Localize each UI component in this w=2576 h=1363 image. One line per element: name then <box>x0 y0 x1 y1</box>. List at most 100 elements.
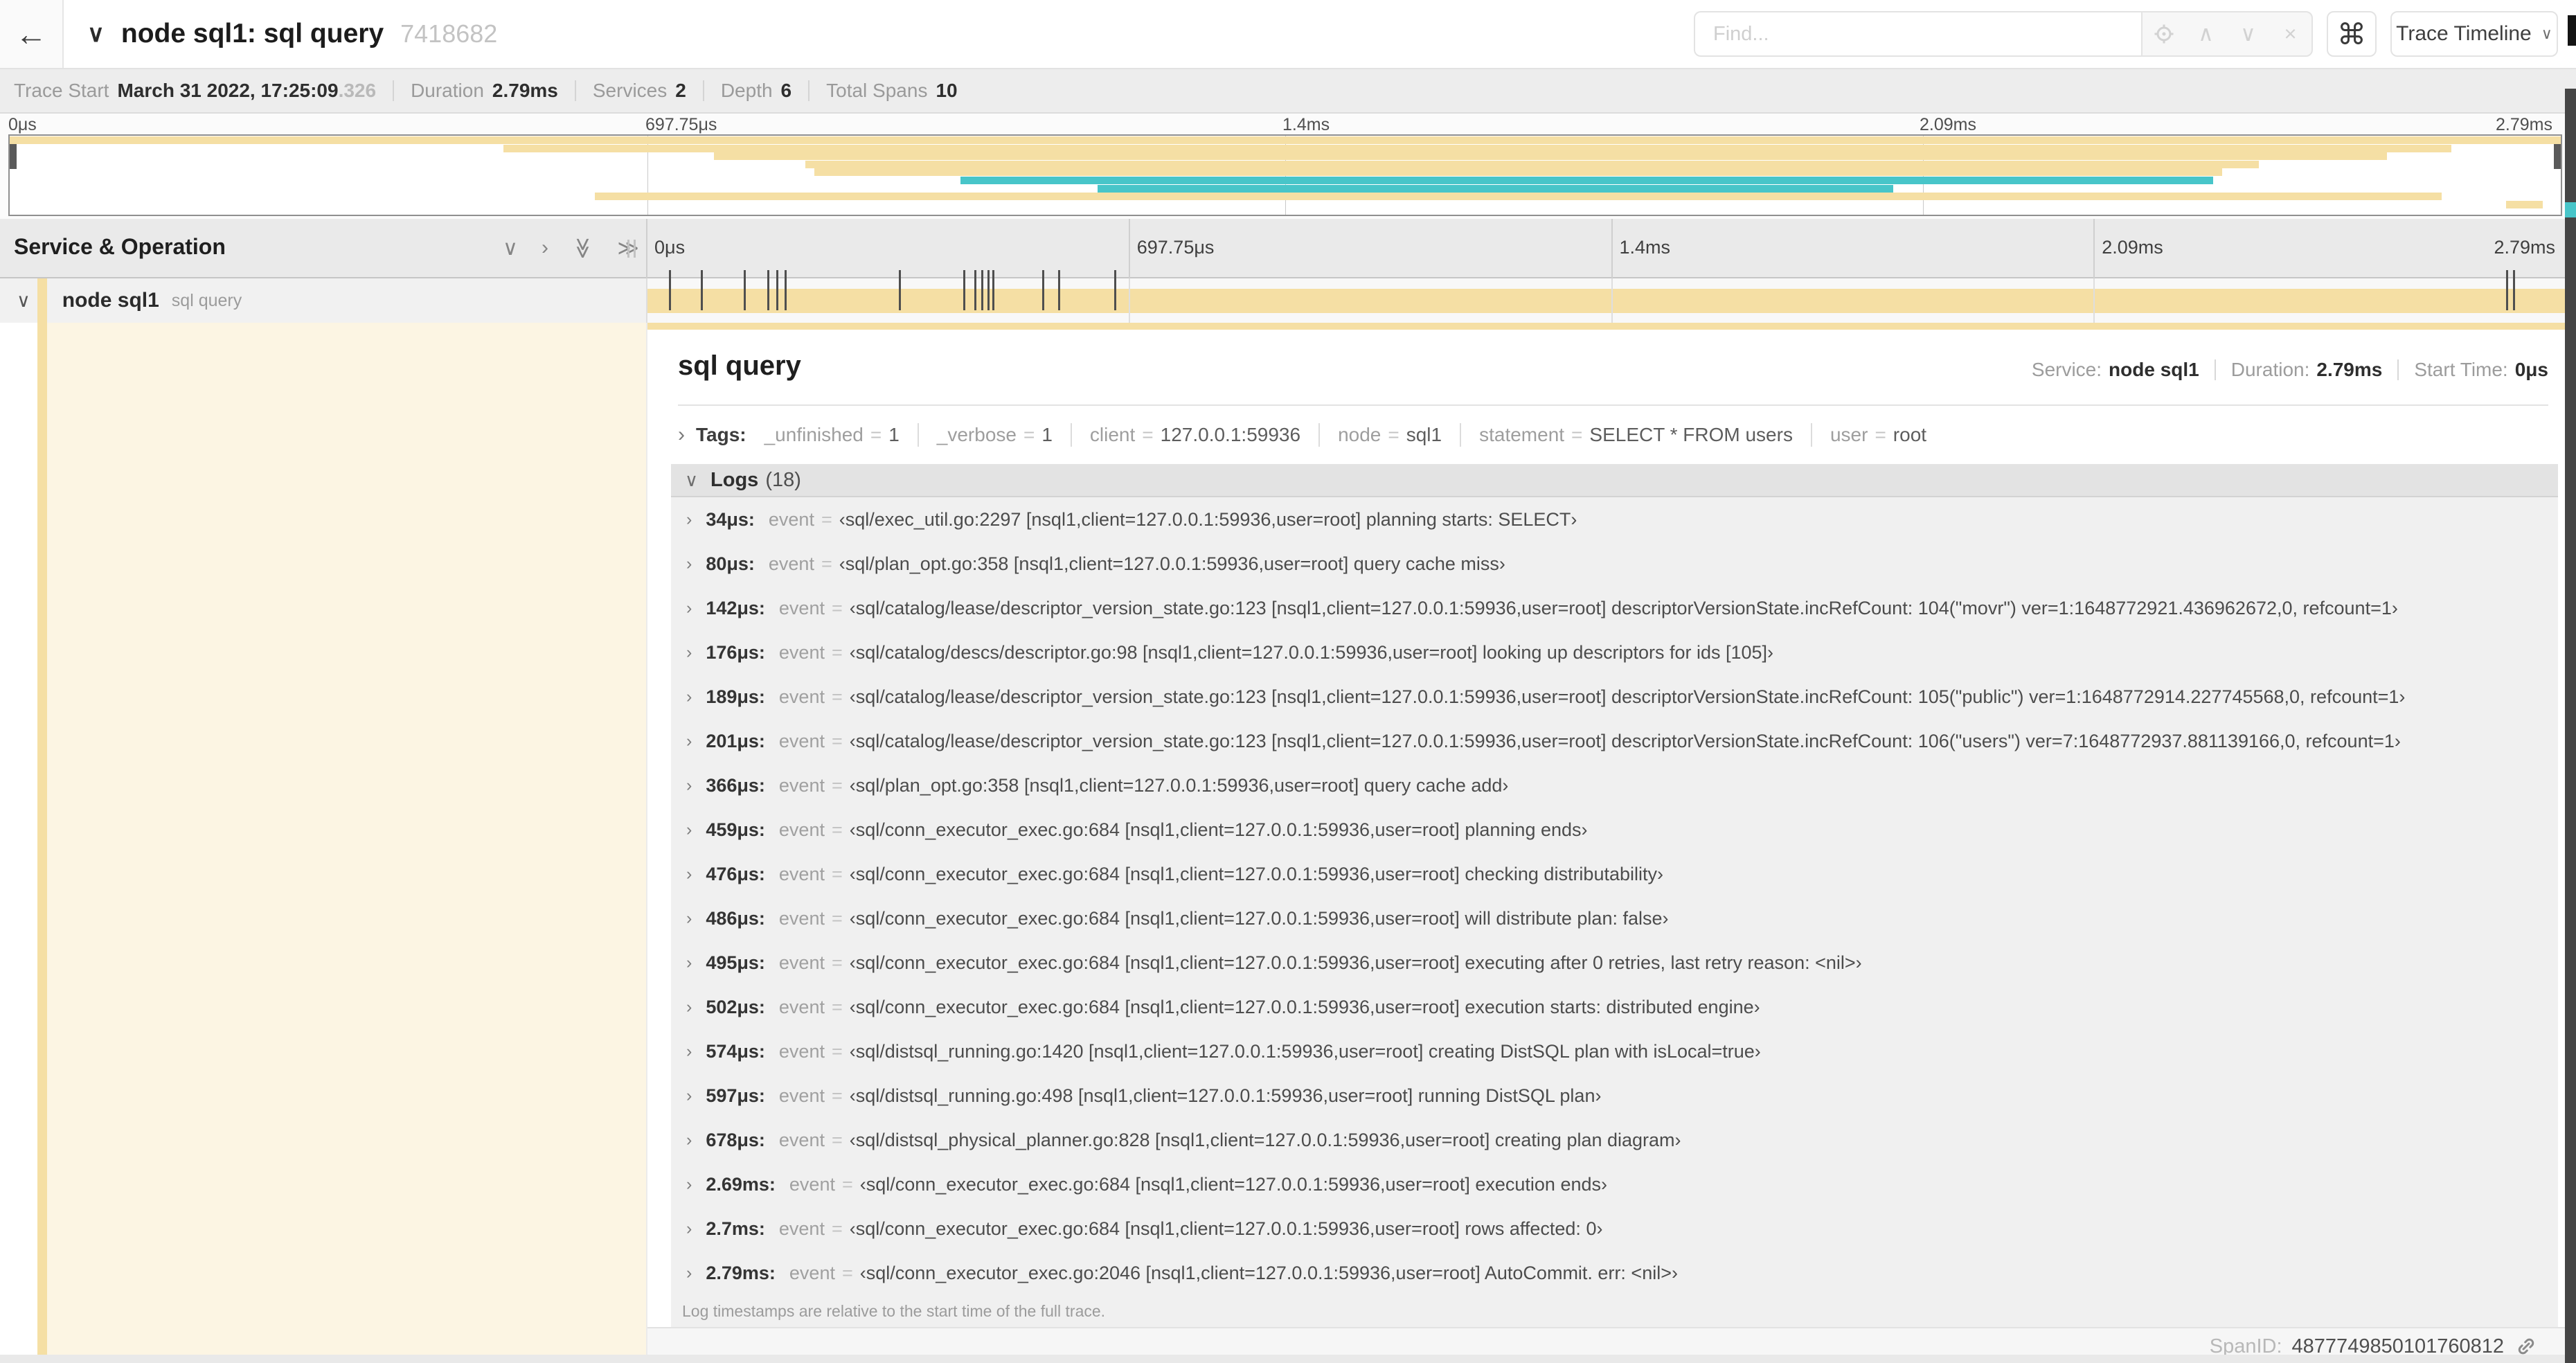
chevron-right-icon[interactable]: › <box>686 909 692 929</box>
chevron-right-icon[interactable]: › <box>686 1086 692 1106</box>
collapse-all-icon[interactable]: ≫ <box>571 237 595 258</box>
detail-stat-value: 2.79ms <box>2316 359 2383 380</box>
keyboard-shortcuts-button[interactable]: ⌘ <box>2327 11 2377 57</box>
chevron-right-icon[interactable]: › <box>686 776 692 796</box>
trace-title-wrap: ∨ node sql1: sql query 7418682 <box>87 0 497 68</box>
log-timestamp: 2.79ms: <box>706 1262 776 1283</box>
detail-stat-label: Start Time: <box>2414 359 2508 380</box>
chevron-right-icon[interactable]: › <box>686 864 692 884</box>
log-field-value: ‹sql/catalog/lease/descriptor_version_st… <box>849 597 2398 618</box>
log-field-value: ‹sql/catalog/lease/descriptor_version_st… <box>849 686 2406 707</box>
timeline-tick-label: 2.09ms <box>2102 237 2163 258</box>
trace-info-value: 2.79ms <box>492 80 558 101</box>
chevron-right-icon[interactable]: › <box>686 554 692 574</box>
find-input[interactable] <box>1694 11 2141 57</box>
log-row[interactable]: › 2.79ms: event = ‹sql/conn_executor_exec.go… <box>671 1251 2558 1295</box>
locate-icon[interactable] <box>2143 21 2185 46</box>
logs-label: Logs <box>710 468 759 491</box>
log-row[interactable]: › 486μs: event = ‹sql/conn_executor_exec.go:… <box>671 896 2558 941</box>
chevron-right-icon[interactable]: › <box>686 997 692 1017</box>
span-name-cell[interactable]: ∨ node sql1 sql query <box>0 278 646 323</box>
tag-item: statement = SELECT * FROM users <box>1479 424 1793 446</box>
log-equals: = <box>821 508 832 530</box>
expand-one-icon[interactable]: › <box>542 236 548 260</box>
chevron-right-icon[interactable]: › <box>686 687 692 707</box>
chevron-right-icon[interactable]: › <box>686 1130 692 1150</box>
log-row[interactable]: › 678μs: event = ‹sql/distsql_physical_plann… <box>671 1118 2558 1162</box>
chevron-down-icon[interactable]: ∨ <box>87 20 105 48</box>
separator <box>1810 423 1812 447</box>
window-edge-notch <box>2568 15 2576 46</box>
clear-search-icon[interactable]: × <box>2269 21 2311 46</box>
view-dropdown-label: Trace Timeline <box>2396 22 2532 45</box>
log-row[interactable]: › 366μs: event = ‹sql/plan_opt.go:358 [nsql1… <box>671 763 2558 808</box>
timeline-gridline <box>1128 278 1130 323</box>
log-field-value: ‹sql/exec_util.go:2297 [nsql1,client=127… <box>839 508 1577 530</box>
log-row[interactable]: › 80μs: event = ‹sql/plan_opt.go:358 [nsql1,… <box>671 542 2558 586</box>
separator <box>917 423 919 447</box>
log-row[interactable]: › 2.69ms: event = ‹sql/conn_executor_exec.go… <box>671 1162 2558 1206</box>
right-edge-scroll-strip[interactable] <box>2565 89 2576 1363</box>
logs-header[interactable]: ∨ Logs (18) <box>671 464 2558 497</box>
column-resize-grip[interactable] <box>627 240 636 258</box>
chevron-right-icon[interactable]: › <box>686 1042 692 1062</box>
span-detail-panel: sql query Service: node sql1 Duration: 2.79… <box>646 323 2576 1363</box>
log-row[interactable]: › 597μs: event = ‹sql/distsql_running.go:498… <box>671 1074 2558 1118</box>
scroll-strip-teal-marker <box>2565 202 2576 217</box>
log-equals: = <box>831 597 843 618</box>
next-result-icon[interactable]: ∨ <box>2227 21 2269 46</box>
log-row[interactable]: › 189μs: event = ‹sql/catalog/lease/descript… <box>671 675 2558 719</box>
log-field-value: ‹sql/conn_executor_exec.go:684 [nsql1,cl… <box>849 863 1663 884</box>
log-timestamp: 366μs: <box>706 774 765 796</box>
tag-item: user = root <box>1830 424 1926 446</box>
chevron-right-icon[interactable]: › <box>686 731 692 751</box>
log-equals: = <box>831 1040 843 1062</box>
tag-value: SELECT * FROM users <box>1589 424 1793 445</box>
chevron-right-icon[interactable]: › <box>686 510 692 530</box>
minimap-span-bar <box>805 160 2260 168</box>
expanded-row-backdrop <box>47 323 646 1363</box>
log-timestamp: 2.69ms: <box>706 1173 776 1195</box>
log-row[interactable]: › 34μs: event = ‹sql/exec_util.go:2297 [nsql… <box>671 497 2558 542</box>
tags-row[interactable]: › Tags: _unfinished = 1 _verbose = 1 client = 12… <box>678 416 2548 454</box>
log-event-tick <box>987 270 990 310</box>
log-row[interactable]: › 201μs: event = ‹sql/catalog/lease/descript… <box>671 719 2558 763</box>
trace-info-value-suffix: .326 <box>338 80 377 101</box>
log-row[interactable]: › 2.7ms: event = ‹sql/conn_executor_exec.go:… <box>671 1206 2558 1251</box>
log-row[interactable]: › 574μs: event = ‹sql/distsql_running.go:142… <box>671 1029 2558 1074</box>
chevron-right-icon[interactable]: › <box>686 643 692 663</box>
chevron-right-icon[interactable]: › <box>686 953 692 973</box>
log-equals: = <box>831 952 843 973</box>
chevron-right-icon[interactable]: › <box>686 1175 692 1195</box>
log-field-value: ‹sql/conn_executor_exec.go:684 [nsql1,cl… <box>849 996 1760 1017</box>
log-field-key: event <box>778 1040 825 1062</box>
trace-info-label: Total Spans <box>826 80 928 101</box>
trace-summary-bar: Trace Start March 31 2022, 17:25:09.326 Du… <box>0 69 2576 114</box>
log-event-tick <box>963 270 965 310</box>
log-row[interactable]: › 459μs: event = ‹sql/conn_executor_exec.go:… <box>671 808 2558 852</box>
tag-value: 1 <box>1041 424 1053 445</box>
log-row[interactable]: › 176μs: event = ‹sql/catalog/descs/descript… <box>671 630 2558 675</box>
log-row[interactable]: › 495μs: event = ‹sql/conn_executor_exec.go:… <box>671 941 2558 985</box>
chevron-right-icon[interactable]: › <box>686 1263 692 1283</box>
chevron-right-icon[interactable]: › <box>686 1219 692 1239</box>
chevron-down-icon[interactable]: ∨ <box>17 290 30 312</box>
log-event-tick <box>992 270 995 310</box>
minimap-canvas[interactable] <box>8 134 2562 216</box>
collapse-one-icon[interactable]: ∨ <box>503 236 518 260</box>
log-row[interactable]: › 476μs: event = ‹sql/conn_executor_exec.go:… <box>671 852 2558 896</box>
trace-info-item: Trace Start March 31 2022, 17:25:09.326 <box>14 80 376 102</box>
log-event-tick <box>2513 270 2516 310</box>
trace-view-dropdown[interactable]: Trace Timeline ∨ <box>2390 11 2558 57</box>
log-equals: = <box>831 1129 843 1150</box>
chevron-right-icon[interactable]: › <box>686 598 692 618</box>
log-timestamp: 476μs: <box>706 863 765 884</box>
log-row[interactable]: › 142μs: event = ‹sql/catalog/lease/descript… <box>671 586 2558 630</box>
minimap-axis-label: 2.79ms <box>2496 115 2552 134</box>
log-field-key: event <box>778 730 825 751</box>
prev-result-icon[interactable]: ∧ <box>2185 21 2227 46</box>
chevron-right-icon[interactable]: › <box>686 820 692 840</box>
minimap-span-bar <box>2505 200 2543 208</box>
back-button[interactable]: ← <box>0 0 64 68</box>
log-row[interactable]: › 502μs: event = ‹sql/conn_executor_exec.go:… <box>671 985 2558 1029</box>
